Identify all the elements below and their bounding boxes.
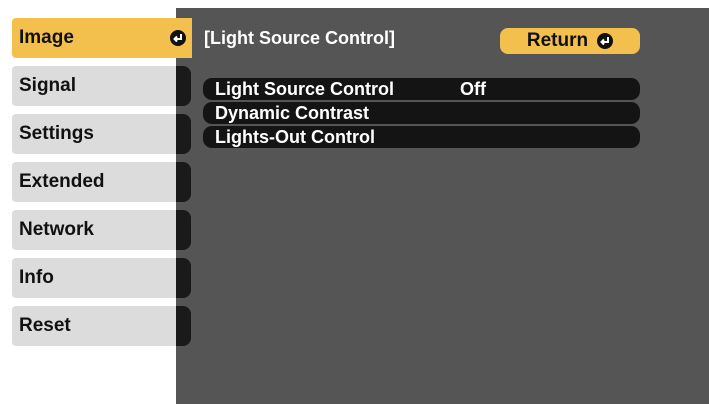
tab-edge bbox=[176, 114, 191, 154]
sidebar-item-extended[interactable]: Extended bbox=[12, 162, 178, 202]
sidebar-item-label: Extended bbox=[19, 171, 105, 192]
menu-row-light-source-control[interactable]: Light Source Control Off bbox=[203, 78, 640, 100]
sidebar-item-label: Image bbox=[19, 27, 74, 48]
return-button[interactable]: Return bbox=[500, 28, 640, 54]
sidebar-item-label: Reset bbox=[19, 315, 71, 336]
sidebar-item-network[interactable]: Network bbox=[12, 210, 178, 250]
menu-row-dynamic-contrast[interactable]: Dynamic Contrast bbox=[203, 102, 640, 124]
tab-edge bbox=[176, 162, 191, 202]
sidebar-item-label: Signal bbox=[19, 75, 77, 96]
menu-row-label: Light Source Control bbox=[215, 78, 394, 99]
tab-edge bbox=[176, 258, 191, 298]
enter-return-icon bbox=[597, 33, 614, 49]
sidebar-item-settings[interactable]: Settings bbox=[12, 114, 178, 154]
tab-edge bbox=[176, 306, 191, 346]
sidebar-item-label: Network bbox=[19, 219, 94, 240]
sidebar-item-label: Settings bbox=[19, 123, 94, 144]
enter-return-icon bbox=[170, 30, 186, 46]
sidebar-item-image[interactable]: Image bbox=[12, 18, 192, 58]
sidebar-item-signal[interactable]: Signal bbox=[12, 66, 178, 106]
menu-panel bbox=[176, 8, 709, 404]
menu-row-lights-out-control[interactable]: Lights-Out Control bbox=[203, 126, 640, 148]
sidebar-item-label: Info bbox=[19, 267, 54, 288]
return-label: Return bbox=[526, 30, 589, 51]
menu-row-value: Off bbox=[460, 78, 486, 99]
tab-edge bbox=[176, 66, 191, 106]
sidebar-item-reset[interactable]: Reset bbox=[12, 306, 178, 346]
tab-edge bbox=[176, 210, 191, 250]
menu-row-label: Dynamic Contrast bbox=[215, 102, 370, 123]
menu-row-label: Lights-Out Control bbox=[215, 126, 375, 147]
sidebar-item-info[interactable]: Info bbox=[12, 258, 178, 298]
page-title: [Light Source Control] bbox=[204, 28, 395, 48]
